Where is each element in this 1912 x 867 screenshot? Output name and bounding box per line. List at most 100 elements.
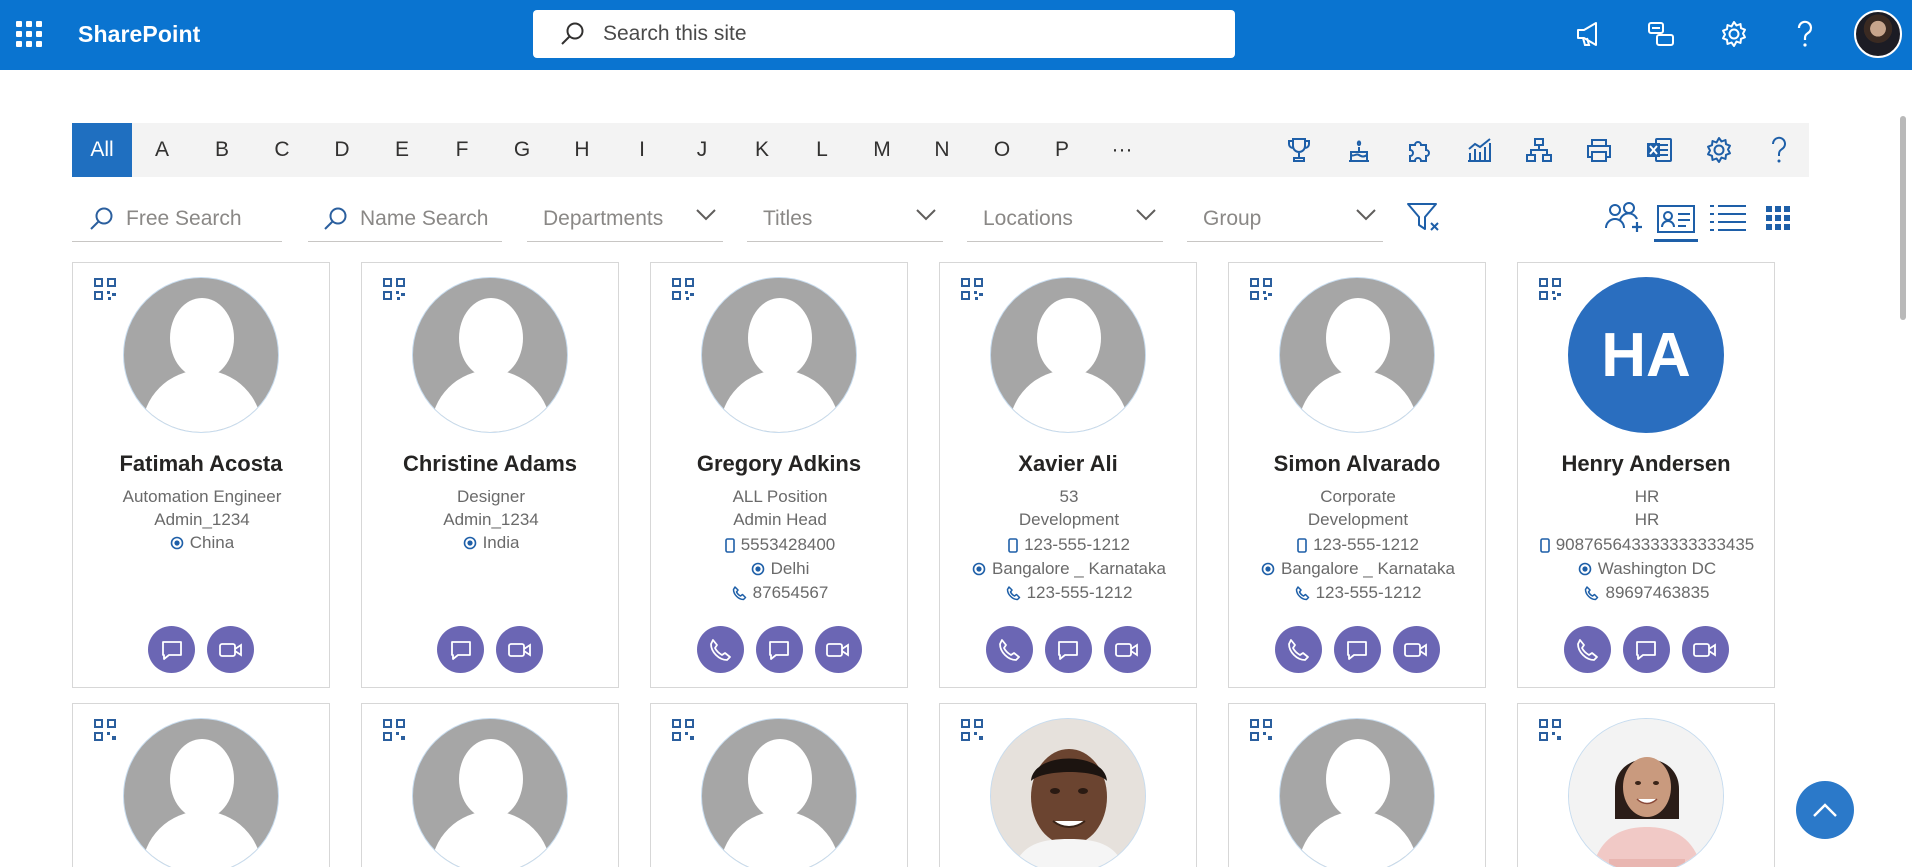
- employee-name[interactable]: Henry Andersen: [1518, 451, 1774, 477]
- user-avatar[interactable]: [1854, 10, 1902, 58]
- app-launcher-icon[interactable]: [16, 21, 42, 47]
- org-chart-icon[interactable]: [1522, 134, 1556, 166]
- call-button[interactable]: [1563, 626, 1611, 673]
- free-search-input[interactable]: Free Search: [72, 196, 282, 242]
- chat-button[interactable]: [437, 626, 484, 673]
- trophy-icon[interactable]: [1282, 134, 1316, 166]
- employee-card[interactable]: [361, 703, 619, 867]
- video-call-button[interactable]: [496, 626, 543, 673]
- letter-all[interactable]: All: [72, 123, 132, 177]
- qr-code-icon[interactable]: [1249, 277, 1273, 306]
- birthday-cake-icon[interactable]: [1342, 134, 1376, 166]
- chat-button[interactable]: [1622, 626, 1670, 673]
- card-view-icon[interactable]: [1654, 198, 1698, 242]
- video-call-button[interactable]: [1392, 626, 1440, 673]
- phone-number[interactable]: 123-555-1212: [1316, 583, 1422, 603]
- employee-card[interactable]: [650, 703, 908, 867]
- list-view-icon[interactable]: [1706, 198, 1750, 238]
- letter-p[interactable]: P: [1032, 123, 1092, 177]
- employee-card[interactable]: Fatimah Acosta Automation Engineer Admin…: [72, 262, 330, 688]
- clear-filter-icon[interactable]: [1402, 198, 1446, 238]
- letter-b[interactable]: B: [192, 123, 252, 177]
- departments-dropdown[interactable]: Departments: [527, 196, 723, 242]
- megaphone-icon[interactable]: [1572, 17, 1606, 51]
- mobile-number[interactable]: 5553428400: [741, 535, 836, 555]
- letter-g[interactable]: G: [492, 123, 552, 177]
- page-scrollbar-thumb[interactable]: [1900, 116, 1906, 320]
- letter-l[interactable]: L: [792, 123, 852, 177]
- group-dropdown[interactable]: Group: [1187, 196, 1383, 242]
- add-people-icon[interactable]: [1602, 198, 1646, 238]
- chat-button[interactable]: [1044, 626, 1092, 673]
- chat-button[interactable]: [755, 626, 803, 673]
- chat-button[interactable]: [148, 626, 195, 673]
- letter-m[interactable]: M: [852, 123, 912, 177]
- letter-d[interactable]: D: [312, 123, 372, 177]
- feedback-icon[interactable]: [1644, 17, 1678, 51]
- qr-code-icon[interactable]: [93, 277, 117, 306]
- site-search-box[interactable]: [533, 10, 1235, 58]
- call-button[interactable]: [696, 626, 744, 673]
- call-button[interactable]: [985, 626, 1033, 673]
- employee-card[interactable]: Simon Alvarado Corporate Development 123…: [1228, 262, 1486, 688]
- qr-code-icon[interactable]: [93, 718, 117, 747]
- employee-card[interactable]: Christine Adams Designer Admin_1234 Indi…: [361, 262, 619, 688]
- qr-code-icon[interactable]: [960, 277, 984, 306]
- employee-name[interactable]: Simon Alvarado: [1229, 451, 1485, 477]
- letter-e[interactable]: E: [372, 123, 432, 177]
- letter-f[interactable]: F: [432, 123, 492, 177]
- mobile-number[interactable]: 908765643333333333435: [1556, 535, 1755, 555]
- phone-number[interactable]: 89697463835: [1605, 583, 1709, 603]
- employee-name[interactable]: Christine Adams: [362, 451, 618, 477]
- settings-gear-icon[interactable]: [1717, 17, 1751, 51]
- print-icon[interactable]: [1582, 134, 1616, 166]
- qr-code-icon[interactable]: [671, 277, 695, 306]
- employee-card[interactable]: [1228, 703, 1486, 867]
- locations-dropdown[interactable]: Locations: [967, 196, 1163, 242]
- qr-code-icon[interactable]: [1538, 718, 1562, 747]
- grid-view-icon[interactable]: [1756, 198, 1800, 238]
- employee-card[interactable]: HA Henry Andersen HR HR 9087656433333333…: [1517, 262, 1775, 688]
- employee-name[interactable]: Fatimah Acosta: [73, 451, 329, 477]
- phone-number[interactable]: 123-555-1212: [1027, 583, 1133, 603]
- letter-i[interactable]: I: [612, 123, 672, 177]
- letter-k[interactable]: K: [732, 123, 792, 177]
- mobile-number[interactable]: 123-555-1212: [1313, 535, 1419, 555]
- excel-export-icon[interactable]: [1642, 134, 1676, 166]
- analytics-chart-icon[interactable]: [1462, 134, 1496, 166]
- letter-a[interactable]: A: [132, 123, 192, 177]
- mobile-number[interactable]: 123-555-1212: [1024, 535, 1130, 555]
- app-title[interactable]: SharePoint: [78, 21, 200, 48]
- titles-dropdown[interactable]: Titles: [747, 196, 943, 242]
- settings-gear-icon[interactable]: [1702, 134, 1736, 166]
- letter-h[interactable]: H: [552, 123, 612, 177]
- video-call-button[interactable]: [1681, 626, 1729, 673]
- qr-code-icon[interactable]: [1249, 718, 1273, 747]
- employee-card[interactable]: [72, 703, 330, 867]
- help-icon[interactable]: [1788, 17, 1822, 51]
- chat-button[interactable]: [1333, 626, 1381, 673]
- more-letters[interactable]: ···: [1092, 123, 1152, 177]
- letter-n[interactable]: N: [912, 123, 972, 177]
- call-button[interactable]: [1274, 626, 1322, 673]
- puzzle-icon[interactable]: [1402, 134, 1436, 166]
- video-call-button[interactable]: [207, 626, 254, 673]
- employee-card[interactable]: Gregory Adkins ALL Position Admin Head 5…: [650, 262, 908, 688]
- employee-name[interactable]: Gregory Adkins: [651, 451, 907, 477]
- letter-o[interactable]: O: [972, 123, 1032, 177]
- site-search-input[interactable]: [603, 22, 1163, 46]
- qr-code-icon[interactable]: [960, 718, 984, 747]
- qr-code-icon[interactable]: [1538, 277, 1562, 306]
- qr-code-icon[interactable]: [671, 718, 695, 747]
- phone-number[interactable]: 87654567: [753, 583, 829, 603]
- employee-card[interactable]: [1517, 703, 1775, 867]
- employee-card[interactable]: [939, 703, 1197, 867]
- employee-card[interactable]: Xavier Ali 53 Development 123-555-1212 B…: [939, 262, 1197, 688]
- qr-code-icon[interactable]: [382, 277, 406, 306]
- qr-code-icon[interactable]: [382, 718, 406, 747]
- video-call-button[interactable]: [1103, 626, 1151, 673]
- employee-name[interactable]: Xavier Ali: [940, 451, 1196, 477]
- letter-c[interactable]: C: [252, 123, 312, 177]
- name-search-input[interactable]: Name Search: [308, 196, 502, 242]
- letter-j[interactable]: J: [672, 123, 732, 177]
